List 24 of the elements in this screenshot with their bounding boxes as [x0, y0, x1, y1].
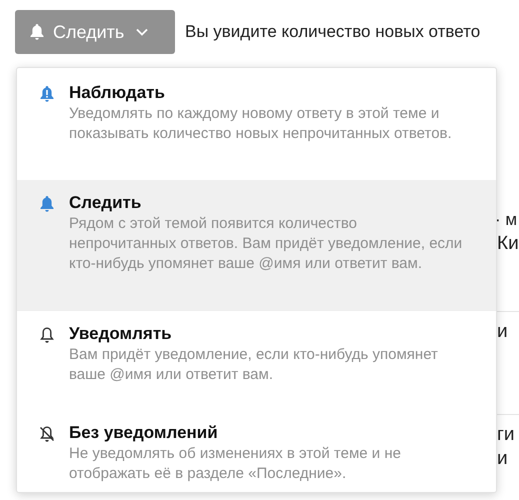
bell-icon — [39, 195, 55, 213]
option-title: Без уведомлений — [69, 422, 219, 444]
hint-text: Вы увидите количество новых ответо — [185, 22, 480, 42]
menu-item[interactable]: Уведомлять Вам придёт уведомление, если кто-нибудь упомянет ваше @имя или ответит вам. — [17, 310, 496, 410]
topic-text: и — [497, 447, 509, 471]
option-title: Уведомлять — [69, 323, 173, 345]
menu-item[interactable]: Наблюдать Уведомлять по каждому новому ответу в этой теме и показывать количество новых непрочитанных ответов. — [17, 68, 496, 180]
topic-text: · м — [495, 209, 518, 231]
topic-text: ги — [497, 423, 516, 447]
bell-outline-icon — [39, 326, 55, 344]
option-description: Вам придёт уведомление, если кто-нибудь упомянет ваше @имя или ответит вам. — [69, 345, 439, 385]
menu-item[interactable]: Без уведомлений Не уведомлять об изменениях в этой теме и не отображать её в разделе «Последние». — [17, 410, 496, 492]
bell-icon — [29, 23, 45, 41]
option-title: Наблюдать — [69, 82, 166, 104]
topic-text: и — [497, 320, 509, 344]
chevron-icon — [136, 28, 148, 36]
option-description: Уведомлять по каждому новому ответу в этой теме и показывать количество новых непрочитанных ответов. — [69, 104, 453, 144]
option-description: Рядом с этой темой появится количество непрочитанных ответов. Вам придёт уведомление, если кто-нибудь упомянет ваше @имя или ответит вам. — [69, 214, 464, 274]
bell-alert-icon — [39, 85, 55, 103]
option-title: Следить — [69, 192, 142, 214]
bell-slash-icon — [39, 425, 55, 443]
option-description: Не уведомлять об изменениях в этой теме и не отображать её в разделе «Последние». — [69, 444, 402, 484]
menu-item[interactable]: Следить Рядом с этой темой появится количество непрочитанных ответов. Вам придёт уведомление, если кто-нибудь упомянет ваше @имя или ответит вам. — [17, 180, 496, 310]
topic-text: Ки — [497, 232, 519, 256]
